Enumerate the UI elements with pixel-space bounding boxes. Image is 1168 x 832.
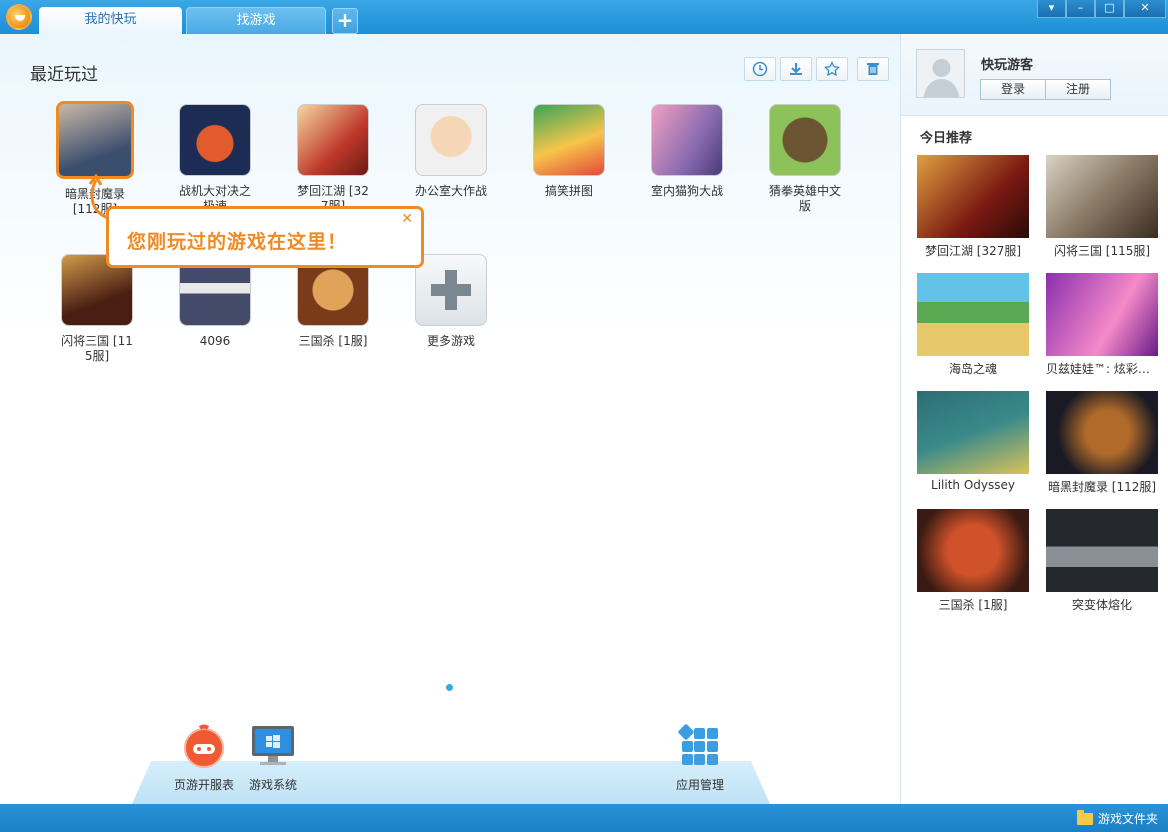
recommend-label: 闪将三国 [115服] <box>1053 244 1151 258</box>
star-icon <box>824 61 840 77</box>
dock-server-list[interactable]: 页游开服表 <box>168 724 240 793</box>
avatar[interactable] <box>916 49 965 98</box>
status-bar: 游戏文件夹 <box>0 804 1168 832</box>
section-title: 最近玩过 <box>30 65 98 85</box>
dock-game-system[interactable]: 游戏系统 <box>240 724 306 793</box>
recommend-thumbnail <box>1046 509 1158 592</box>
recommend-label: 突变体熔化 <box>1071 598 1132 612</box>
dock-label: 游戏系统 <box>248 778 297 792</box>
plus-icon <box>431 270 471 310</box>
recommend-thumbnail <box>917 155 1029 238</box>
game-label: 闪将三国 [115服] <box>61 334 133 363</box>
game-label: 猜拳英雄中文版 <box>768 184 841 213</box>
game-tile[interactable]: 4096 <box>170 254 260 349</box>
trash-icon <box>867 63 879 75</box>
tip-close-icon[interactable]: ✕ <box>401 211 413 227</box>
download-icon <box>790 63 802 75</box>
recent-button[interactable] <box>744 57 776 81</box>
recent-games-tip: 您刚玩过的游戏在这里！ ✕ <box>106 206 424 268</box>
game-tile[interactable]: 猜拳英雄中文版 <box>760 104 850 214</box>
recommend-title: 今日推荐 <box>920 131 973 146</box>
recommend-item[interactable]: 闪将三国 [115服] <box>1046 155 1158 259</box>
recommend-thumbnail <box>917 509 1029 592</box>
game-label: 三国杀 [1服] <box>298 334 368 348</box>
game-tile[interactable]: 战机大对决之极速 <box>170 104 260 214</box>
recommend-item[interactable]: 三国杀 [1服] <box>917 509 1029 613</box>
page-indicator[interactable] <box>446 684 453 691</box>
toolbar <box>744 57 889 81</box>
more-games-tile <box>415 254 487 326</box>
dock-app-manager[interactable]: 应用管理 <box>666 724 734 793</box>
game-label: 搞笑拼图 <box>544 184 593 198</box>
folder-icon <box>1076 809 1093 825</box>
tab-my-games[interactable]: 我的快玩 <box>39 7 182 34</box>
game-tile[interactable]: 闪将三国 [115服] <box>52 254 142 364</box>
tip-text: 您刚玩过的游戏在这里！ <box>127 231 348 253</box>
tab-find-games[interactable]: 找游戏 <box>186 7 326 34</box>
main-area: 最近玩过 暗黑封魔录 [112服] 战机大对决之极速 梦回江湖 [327服] 办… <box>0 34 900 804</box>
recommend-item[interactable]: 暗黑封魔录 [112服] <box>1046 391 1158 495</box>
minimize-button[interactable]: – <box>1066 0 1095 18</box>
game-thumbnail <box>56 101 134 179</box>
game-folder-label: 游戏文件夹 <box>1097 812 1158 826</box>
game-label: 更多游戏 <box>426 334 475 348</box>
game-tile[interactable]: 办公室大作战 <box>406 104 496 199</box>
game-tile[interactable]: 三国杀 [1服] <box>288 254 378 349</box>
game-folder-button[interactable]: 游戏文件夹 <box>1076 809 1158 827</box>
recommend-item[interactable]: Lilith Odyssey <box>917 391 1029 492</box>
login-button[interactable]: 登录 <box>980 79 1046 100</box>
game-tile[interactable]: 梦回江湖 [327服] <box>288 104 378 214</box>
clock-icon <box>752 61 768 77</box>
game-tile[interactable]: 室内猫狗大战 <box>642 104 732 199</box>
recommend-label: Lilith Odyssey <box>931 478 1015 492</box>
game-tile[interactable]: 搞笑拼图 <box>524 104 614 199</box>
recommend-label: 海岛之魂 <box>948 362 997 376</box>
dock-label: 应用管理 <box>675 778 724 792</box>
recommend-thumbnail <box>1046 273 1158 356</box>
recommend-label: 贝兹娃娃™: 炫彩时尚 <box>1046 362 1158 376</box>
recommend-thumbnail <box>917 273 1029 356</box>
game-label: 办公室大作战 <box>414 184 487 198</box>
recommend-thumbnail <box>1046 155 1158 238</box>
download-button[interactable] <box>780 57 812 81</box>
window-controls: ▾ – □ ✕ <box>1037 0 1166 18</box>
register-button[interactable]: 注册 <box>1045 79 1111 100</box>
add-tab-button[interactable]: + <box>332 8 358 34</box>
recommend-thumbnail <box>917 391 1029 474</box>
game-label: 4096 <box>199 334 231 348</box>
dock-label: 页游开服表 <box>173 778 234 792</box>
more-games-button[interactable]: 更多游戏 <box>406 254 496 349</box>
recommend-thumbnail <box>1046 391 1158 474</box>
recommend-item[interactable]: 突变体熔化 <box>1046 509 1158 613</box>
apps-grid-icon <box>678 724 718 765</box>
close-button[interactable]: ✕ <box>1124 0 1166 18</box>
recommend-label: 梦回江湖 [327服] <box>924 244 1022 258</box>
game-thumbnail <box>415 104 487 176</box>
user-icon <box>923 59 960 97</box>
maximize-button[interactable]: □ <box>1095 0 1124 18</box>
menu-dropdown-button[interactable]: ▾ <box>1037 0 1066 18</box>
favorite-button[interactable] <box>816 57 848 81</box>
game-thumbnail <box>769 104 841 176</box>
recommend-label: 暗黑封魔录 [112服] <box>1047 480 1157 494</box>
monitor-icon <box>252 726 294 765</box>
recommend-item[interactable]: 梦回江湖 [327服] <box>917 155 1029 259</box>
game-thumbnail <box>297 104 369 176</box>
game-thumbnail <box>533 104 605 176</box>
username: 快玩游客 <box>981 58 1034 73</box>
recommend-item[interactable]: 海岛之魂 <box>917 273 1029 377</box>
user-box: 快玩游客 登录 注册 <box>901 34 1168 116</box>
delete-button[interactable] <box>857 57 889 81</box>
recommend-label: 三国杀 [1服] <box>938 598 1008 612</box>
app-logo-icon <box>6 4 32 30</box>
game-label: 室内猫狗大战 <box>650 184 723 198</box>
right-panel: 快玩游客 登录 注册 今日推荐 梦回江湖 [327服] 闪将三国 [115服] … <box>900 34 1168 804</box>
title-bar: 我的快玩 找游戏 + ▾ – □ ✕ <box>0 0 1168 34</box>
game-thumbnail <box>651 104 723 176</box>
recommend-item[interactable]: 贝兹娃娃™: 炫彩时尚 <box>1046 273 1158 377</box>
gamepad-icon <box>184 724 224 768</box>
game-thumbnail <box>179 104 251 176</box>
